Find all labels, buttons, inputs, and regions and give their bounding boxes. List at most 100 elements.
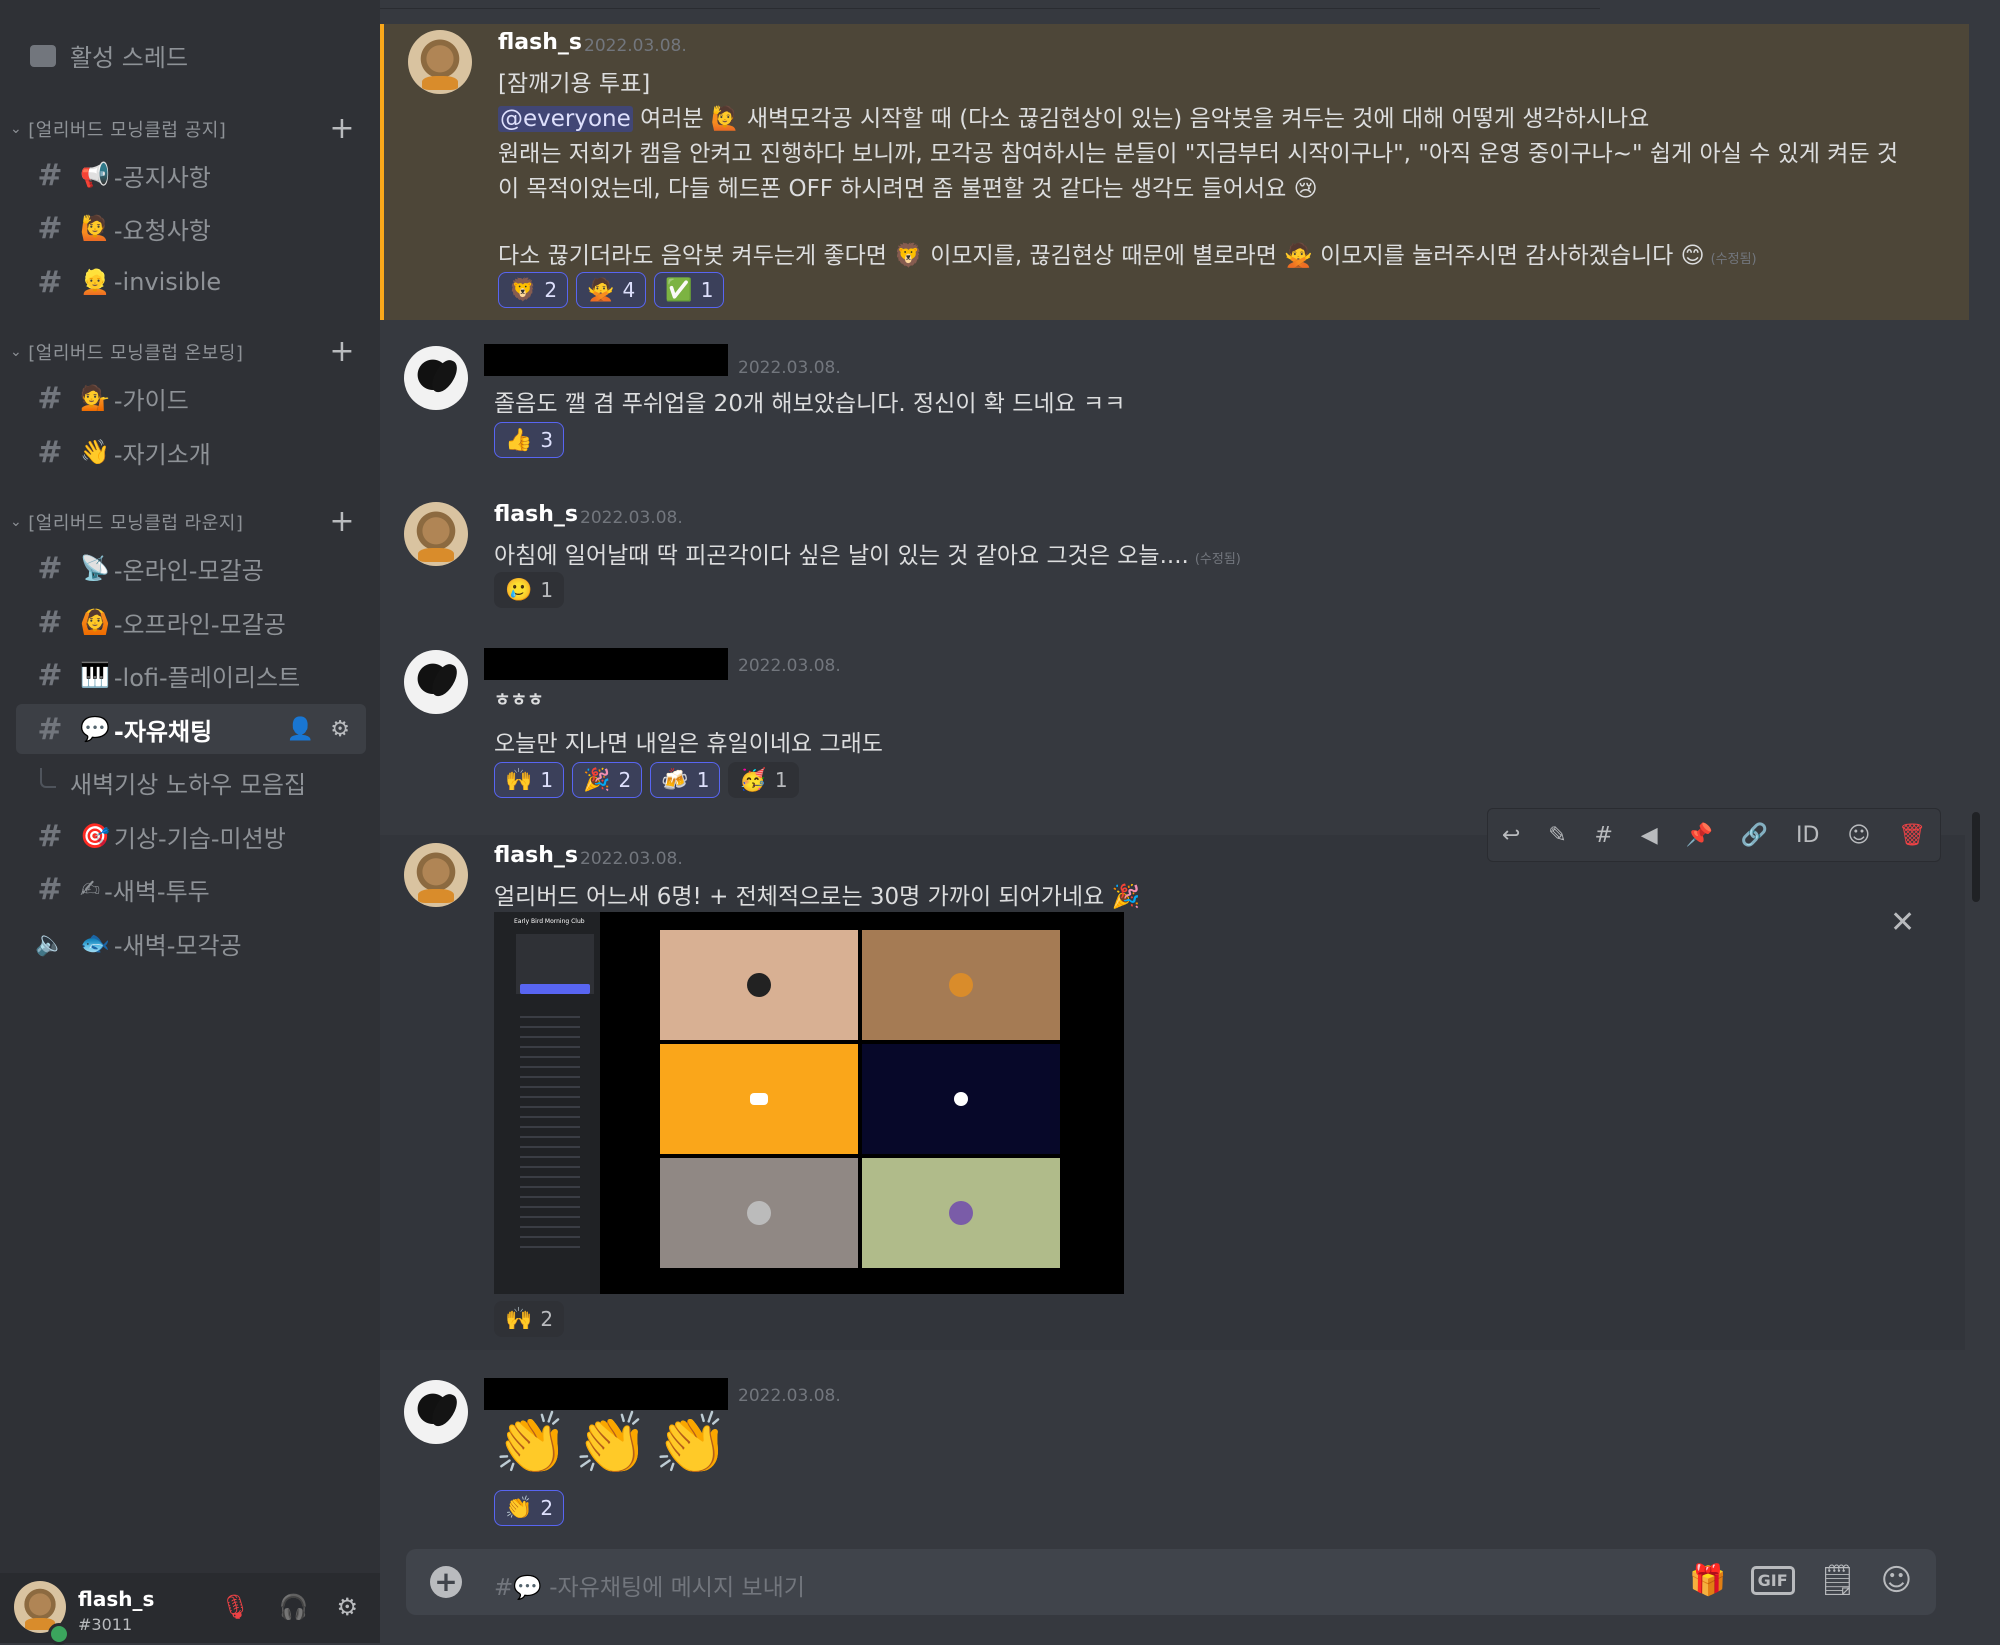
check-emoji-icon: ✅ — [665, 277, 693, 303]
channel-notice[interactable]: # 📢 -공지사항 — [16, 150, 366, 200]
avatar[interactable] — [404, 346, 468, 410]
message-tired[interactable]: flash_s 2022.03.08. 아침에 일어날때 딱 피곤각이다 싶은 … — [380, 498, 1965, 618]
author-name[interactable]: flash_s — [498, 30, 582, 55]
category-onboarding[interactable]: ⌄ [얼리버드 모닝클럽 온보딩] + — [10, 335, 355, 369]
attached-image[interactable]: Early Bird Morning Club — [494, 912, 1124, 1294]
channel-todo[interactable]: # ✍ -새벽-투두 — [16, 864, 366, 914]
reaction-no-gesture[interactable]: 🙅 4 — [576, 272, 647, 308]
avatar[interactable] — [408, 30, 472, 94]
gear-icon[interactable]: ⚙ — [336, 1593, 358, 1621]
channel-requests[interactable]: # 🙋 -요청사항 — [16, 203, 366, 253]
message-text-mention-line: @everyone 여러분 🙋 새벽모각공 시작할 때 (다소 끊김현상이 있는… — [498, 99, 1649, 133]
delete-trash-icon[interactable]: 🗑 — [1898, 823, 1926, 848]
channel-mission[interactable]: # 🎯 기상-기습-미션방 — [16, 811, 366, 861]
reply-icon[interactable]: ↩ — [1502, 823, 1520, 848]
clap-emoji-icon: 👏 — [654, 1409, 729, 1479]
hash-icon: # — [37, 657, 63, 693]
message-clap[interactable]: 2022.03.08. 👏 👏 👏 👏 2 — [380, 1374, 1965, 1539]
everyone-mention[interactable]: @everyone — [498, 106, 633, 132]
reaction-raised-hands[interactable]: 🙌 1 — [494, 762, 565, 798]
reaction-beers[interactable]: 🍻 1 — [650, 762, 721, 798]
scrollbar[interactable] — [1972, 812, 1980, 902]
message-text: 아침에 일어날때 딱 피곤각이다 싶은 날이 있는 것 같아요 그것은 오늘..… — [494, 543, 1189, 569]
reactions: 👍 3 — [494, 422, 565, 458]
channel-label: -lofi-플레이리스트 — [113, 663, 301, 692]
reaction-raised-hands[interactable]: 🙌 2 — [494, 1301, 565, 1337]
reaction-count: 2 — [540, 1496, 554, 1520]
channel-online-study[interactable]: # 📡 -온라인-모갈공 — [16, 543, 366, 593]
reaction-smile-tear[interactable]: 🥲 1 — [494, 572, 565, 608]
avatar[interactable] — [404, 502, 468, 566]
avatar[interactable] — [404, 1380, 468, 1444]
user-tag: #3011 — [78, 1615, 133, 1634]
message-pushup[interactable]: 2022.03.08. 졸음도 깰 겸 푸쉬업을 20개 해보았습니다. 정신이… — [380, 340, 1965, 470]
mute-mic-icon[interactable]: 🎙 — [220, 1593, 250, 1621]
avatar[interactable] — [404, 650, 468, 714]
gear-icon[interactable]: ⚙ — [330, 717, 350, 742]
message-text-line: 아침에 일어날때 딱 피곤각이다 싶은 날이 있는 것 같아요 그것은 오늘..… — [494, 536, 1241, 570]
hash-icon: # — [37, 550, 63, 586]
upload-plus-button[interactable]: + — [430, 1566, 462, 1598]
reaction-party-face[interactable]: 🥳 1 — [728, 762, 799, 798]
voice-channel-study[interactable]: 🔈 🐟 -새벽-모각공 — [16, 918, 366, 968]
reaction-clap[interactable]: 👏 2 — [494, 1490, 565, 1526]
image-boost-button — [520, 984, 590, 994]
timestamp: 2022.03.08. — [584, 36, 687, 56]
raised-hands-emoji-icon: 🙌 — [505, 767, 533, 793]
message-poll[interactable]: flash_s 2022.03.08. [잠깨기용 투표] @everyone … — [380, 24, 1969, 320]
reaction-lion[interactable]: 🦁 2 — [498, 272, 569, 308]
copy-id-icon[interactable]: ID — [1796, 823, 1819, 848]
add-channel-icon[interactable]: + — [329, 114, 355, 144]
pin-icon[interactable]: 📌 — [1686, 823, 1713, 848]
reaction-thumbs-up[interactable]: 👍 3 — [494, 422, 565, 458]
message-input[interactable]: #💬 -자유채팅에 메시지 보내기 — [494, 1568, 805, 1602]
channel-label: -새벽-모각공 — [113, 931, 242, 960]
channel-label: -오프라인-모갈공 — [113, 610, 286, 639]
add-channel-icon[interactable]: + — [329, 337, 355, 367]
hash-icon: # — [37, 210, 63, 246]
channel-lofi[interactable]: # 🎹 -lofi-플레이리스트 — [16, 650, 366, 700]
channel-free-chat[interactable]: # 💬 -자유채팅 👤 ⚙ — [16, 704, 366, 754]
edit-pencil-icon[interactable]: ✎ — [1548, 823, 1566, 848]
no-gesture-emoji-icon: 🙅 — [587, 277, 615, 303]
sticker-icon[interactable]: 🗒 — [1819, 1563, 1857, 1598]
avatar[interactable] — [404, 843, 468, 907]
message-holiday[interactable]: 2022.03.08. ㅎㅎㅎ 오늘만 지나면 내일은 휴일이네요 그래도 🙌 1… — [380, 644, 1965, 814]
reaction-party-popper[interactable]: 🎉 2 — [572, 762, 643, 798]
channel-emoji: 💬 — [80, 715, 110, 743]
thread-wakeup-tips[interactable]: 새벽기상 노하우 모음집 — [16, 757, 366, 807]
channel-intro[interactable]: # 👋 -자기소개 — [16, 427, 366, 477]
hash-icon: # — [37, 604, 63, 640]
gift-icon[interactable]: 🎁 — [1689, 1563, 1726, 1598]
deafen-headphones-icon[interactable]: 🎧 — [279, 1593, 309, 1621]
author-name[interactable]: flash_s — [494, 502, 578, 527]
reaction-count: 2 — [618, 768, 632, 792]
emoji-picker-icon[interactable]: ☺ — [1881, 1563, 1912, 1598]
active-threads-label: 활성 스레드 — [70, 44, 189, 72]
add-channel-icon[interactable]: + — [329, 507, 355, 537]
channel-offline-study[interactable]: # 🙆 -오프라인-모갈공 — [16, 597, 366, 647]
category-notice[interactable]: ⌄ [얼리버드 모닝클럽 공지] + — [10, 112, 355, 146]
gif-button[interactable]: GIF — [1750, 1566, 1795, 1595]
mark-unread-icon[interactable]: ◀ — [1641, 823, 1658, 848]
copy-link-icon[interactable]: 🔗 — [1741, 823, 1768, 848]
party-popper-emoji-icon: 🎉 — [583, 767, 611, 793]
channel-guide[interactable]: # 💁 -가이드 — [16, 373, 366, 423]
channel-invisible[interactable]: # 👱 -invisible — [16, 257, 366, 307]
category-lounge[interactable]: ⌄ [얼리버드 모닝클럽 라운지] + — [10, 505, 355, 539]
timestamp: 2022.03.08. — [580, 508, 683, 528]
author-name[interactable]: flash_s — [494, 843, 578, 868]
channel-label: -공지사항 — [113, 163, 211, 192]
hash-icon: # — [37, 157, 63, 193]
message-text: [잠깨기용 투표] — [498, 71, 651, 97]
add-reaction-icon[interactable]: ☺ — [1847, 823, 1870, 848]
video-tile-1 — [660, 930, 858, 1040]
create-thread-icon[interactable]: # — [1594, 823, 1612, 848]
raised-hands-emoji-icon: 🙌 — [505, 1306, 533, 1332]
category-label: [얼리버드 모닝클럽 공지] — [28, 120, 227, 141]
invite-member-icon[interactable]: 👤 — [287, 717, 314, 742]
active-threads[interactable]: 활성 스레드 — [30, 38, 188, 73]
timestamp: 2022.03.08. — [738, 656, 841, 676]
reaction-check[interactable]: ✅ 1 — [654, 272, 725, 308]
close-icon[interactable]: ✕ — [1890, 905, 1915, 940]
